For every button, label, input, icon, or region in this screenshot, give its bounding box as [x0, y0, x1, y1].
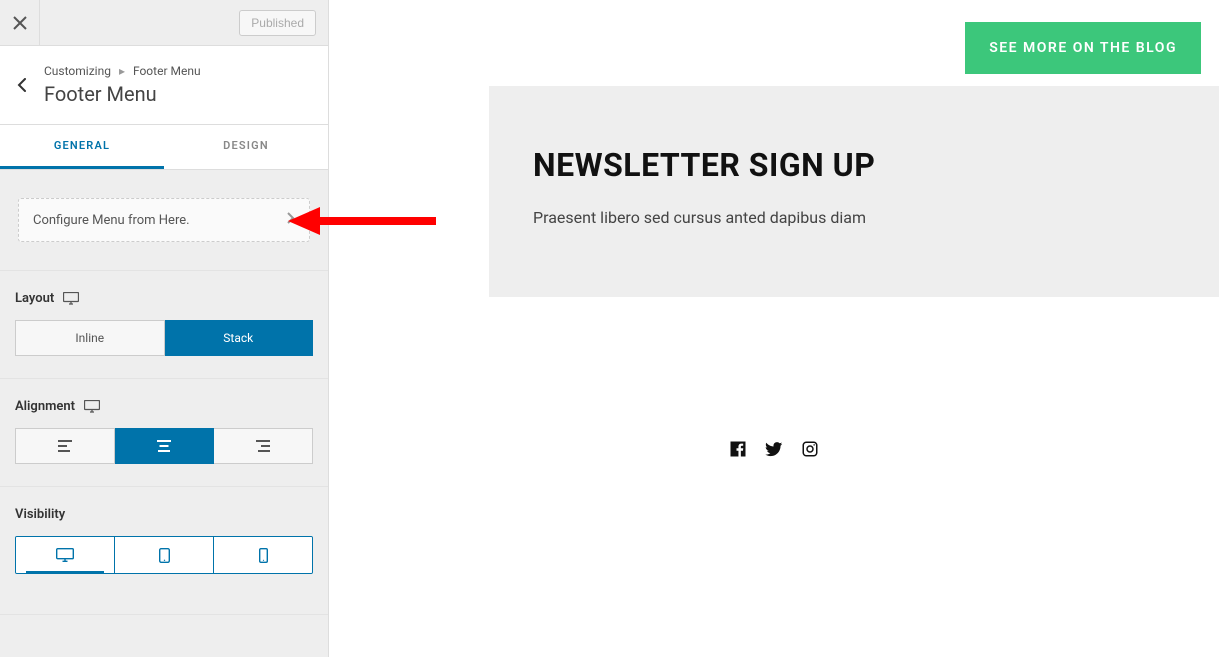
align-right-icon — [256, 440, 270, 452]
visibility-tablet[interactable] — [114, 537, 213, 573]
visibility-options — [15, 536, 313, 574]
newsletter-description: Praesent libero sed cursus anted dapibus… — [533, 208, 1175, 227]
configure-section: Configure Menu from Here. — [0, 170, 328, 271]
instagram-icon[interactable] — [801, 440, 819, 458]
configure-menu-link[interactable]: Configure Menu from Here. — [18, 198, 310, 242]
layout-options: Inline Stack — [15, 320, 313, 356]
configure-menu-label: Configure Menu from Here. — [33, 213, 190, 228]
preview-pane: SEE MORE ON THE BLOG NEWSLETTER SIGN UP … — [329, 0, 1219, 657]
alignment-label: Alignment — [15, 399, 75, 414]
mobile-icon — [259, 548, 268, 563]
alignment-section: Alignment — [0, 379, 328, 487]
tablet-icon — [159, 548, 170, 563]
tab-design[interactable]: Design — [164, 125, 328, 169]
section-header: Customizing ▸ Footer Menu Footer Menu — [0, 46, 328, 125]
facebook-icon[interactable] — [729, 440, 747, 458]
tab-general[interactable]: General — [0, 125, 164, 169]
alignment-option-center[interactable] — [115, 428, 214, 464]
chevron-left-icon — [17, 78, 27, 92]
align-left-icon — [58, 440, 72, 452]
visibility-label: Visibility — [15, 507, 65, 522]
alignment-option-left[interactable] — [15, 428, 115, 464]
twitter-icon[interactable] — [765, 440, 783, 458]
visibility-label-row: Visibility — [15, 507, 313, 522]
layout-section: Layout Inline Stack — [0, 271, 328, 379]
alignment-label-row: Alignment — [15, 399, 313, 414]
visibility-mobile[interactable] — [213, 537, 312, 573]
customizer-sidebar: Published Customizing ▸ Footer Menu Foot… — [0, 0, 329, 657]
social-icons — [729, 440, 819, 458]
published-button[interactable]: Published — [239, 10, 316, 36]
top-bar: Published — [0, 0, 328, 46]
breadcrumb-current: Footer Menu — [133, 64, 201, 78]
layout-option-stack[interactable]: Stack — [165, 320, 314, 356]
alignment-option-right[interactable] — [214, 428, 313, 464]
layout-label: Layout — [15, 291, 54, 306]
visibility-desktop[interactable] — [16, 537, 114, 573]
chevron-right-icon — [287, 212, 295, 228]
layout-option-inline[interactable]: Inline — [15, 320, 165, 356]
section-title: Footer Menu — [44, 82, 310, 106]
breadcrumb-separator: ▸ — [119, 64, 125, 78]
desktop-icon — [63, 292, 79, 305]
see-more-blog-button[interactable]: SEE MORE ON THE BLOG — [965, 22, 1201, 74]
align-center-icon — [157, 440, 171, 452]
layout-label-row: Layout — [15, 291, 313, 306]
newsletter-title: NEWSLETTER SIGN UP — [533, 146, 1175, 184]
close-icon — [13, 16, 27, 30]
back-button[interactable] — [0, 60, 44, 110]
desktop-icon — [56, 548, 74, 562]
breadcrumb-root: Customizing — [44, 64, 111, 78]
newsletter-section: NEWSLETTER SIGN UP Praesent libero sed c… — [489, 86, 1219, 297]
close-button[interactable] — [0, 0, 40, 46]
visibility-section: Visibility — [0, 487, 328, 615]
desktop-icon — [84, 400, 100, 413]
breadcrumb: Customizing ▸ Footer Menu — [44, 64, 310, 78]
alignment-options — [15, 428, 313, 464]
tabs: General Design — [0, 125, 328, 170]
